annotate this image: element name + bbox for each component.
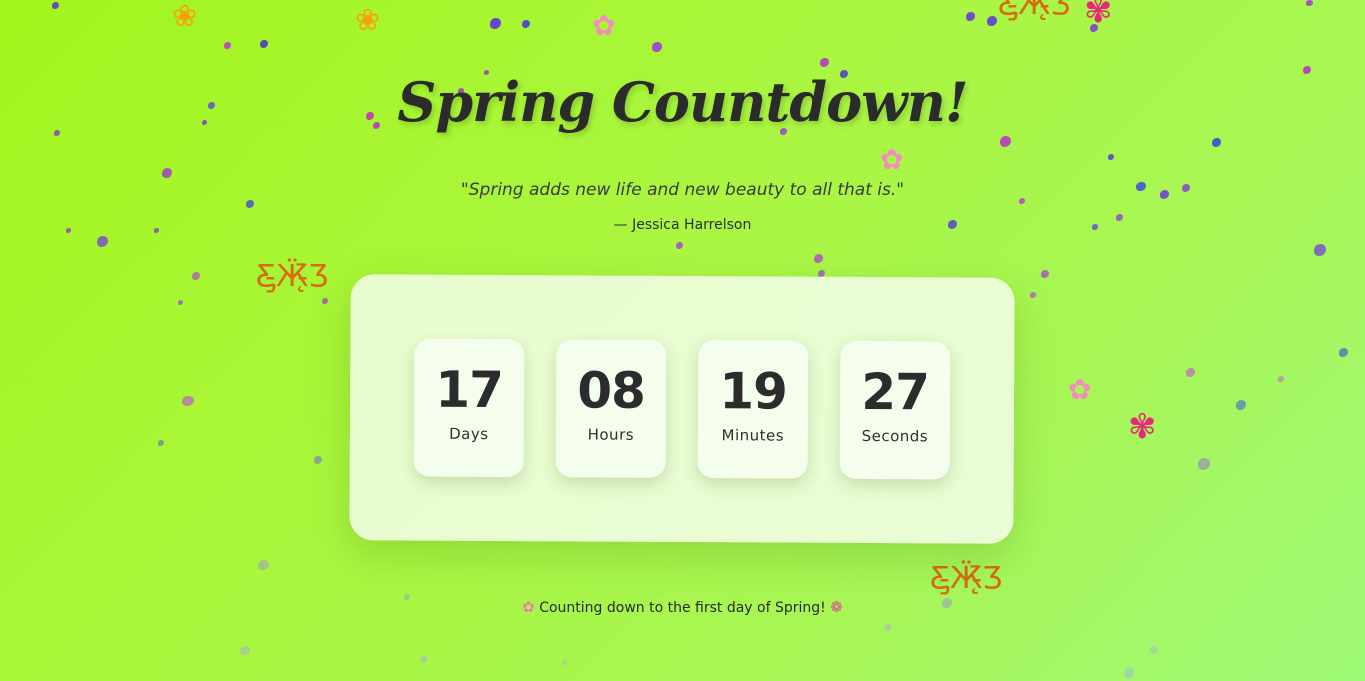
petal — [1306, 0, 1313, 6]
petal — [1198, 458, 1210, 470]
sunflower-icon: ❀ — [172, 0, 198, 34]
petal — [652, 42, 662, 52]
petal — [158, 440, 164, 446]
butterfly-icon: Ƹ̵̡Ӝ̵̨̄Ʒ — [930, 561, 1003, 596]
petal — [966, 12, 975, 21]
cherry-blossom-icon: ✿ — [880, 143, 904, 176]
sunflower-icon: ❀ — [355, 3, 381, 38]
cherry-blossom-icon: ✿ — [592, 9, 616, 42]
petal — [322, 298, 328, 304]
petal — [676, 242, 683, 249]
petal — [246, 200, 254, 208]
petal — [178, 300, 183, 305]
countdown-card: 17 Days 08 Hours 19 Minutes 27 Seconds — [349, 274, 1015, 544]
countdown-seconds: 27 Seconds — [839, 340, 951, 480]
minutes-value: 19 — [719, 362, 788, 421]
petal — [490, 18, 501, 29]
quote-text: "Spring adds new life and new beauty to … — [460, 180, 905, 200]
seconds-value: 27 — [861, 362, 930, 422]
petal — [182, 396, 194, 406]
countdown-minutes: 19 Minutes — [697, 340, 809, 479]
days-label: Days — [449, 424, 489, 443]
butterfly-icon: Ƹ̵̡Ӝ̵̨̄Ʒ — [998, 0, 1071, 22]
petal — [1041, 270, 1049, 278]
minutes-label: Minutes — [721, 426, 785, 445]
petal — [1108, 154, 1114, 160]
cherry-blossom-icon: ✿ — [1068, 373, 1092, 406]
footer-text: Counting down to the first day of Spring… — [539, 600, 826, 616]
petal — [420, 656, 427, 663]
petal — [1150, 646, 1158, 654]
petal — [1236, 400, 1246, 410]
countdown-days: 17 Days — [413, 338, 525, 478]
footer-message: ✿ Counting down to the first day of Spri… — [0, 598, 1365, 616]
hours-label: Hours — [587, 425, 635, 444]
page-title: Spring Countdown! — [397, 70, 968, 134]
petal — [1186, 368, 1195, 377]
petal — [52, 2, 59, 9]
seconds-label: Seconds — [861, 426, 929, 446]
cherry-blossom-icon: ✿ — [522, 598, 535, 616]
butterfly-icon: Ƹ̵̡Ӝ̵̨̄Ʒ — [256, 259, 329, 294]
petal — [1124, 668, 1134, 678]
countdown-hours: 08 Hours — [555, 339, 667, 478]
petal — [240, 646, 250, 655]
petal — [884, 624, 891, 631]
petal — [562, 660, 567, 665]
petal — [1212, 138, 1221, 147]
days-value: 17 — [435, 360, 504, 420]
petal — [97, 236, 108, 247]
bouquet-icon: ❁ — [830, 598, 843, 616]
hibiscus-icon: ✾ — [1128, 407, 1157, 447]
petal — [1339, 348, 1348, 357]
petal — [224, 42, 231, 49]
petal — [820, 58, 829, 67]
petal — [314, 456, 322, 464]
hours-value: 08 — [577, 361, 646, 420]
quote-author: — Jessica Harrelson — [613, 217, 752, 233]
petal — [1030, 292, 1036, 298]
hibiscus-icon: ✾ — [1084, 0, 1113, 31]
petal — [260, 40, 268, 48]
petal — [522, 20, 530, 28]
petal — [192, 272, 200, 280]
petal — [1000, 136, 1011, 147]
petal — [1278, 376, 1284, 382]
petal — [258, 560, 269, 570]
petal — [1090, 24, 1098, 32]
petal — [1314, 244, 1326, 256]
petal — [987, 16, 997, 26]
petal — [162, 168, 172, 178]
petal — [814, 254, 823, 263]
